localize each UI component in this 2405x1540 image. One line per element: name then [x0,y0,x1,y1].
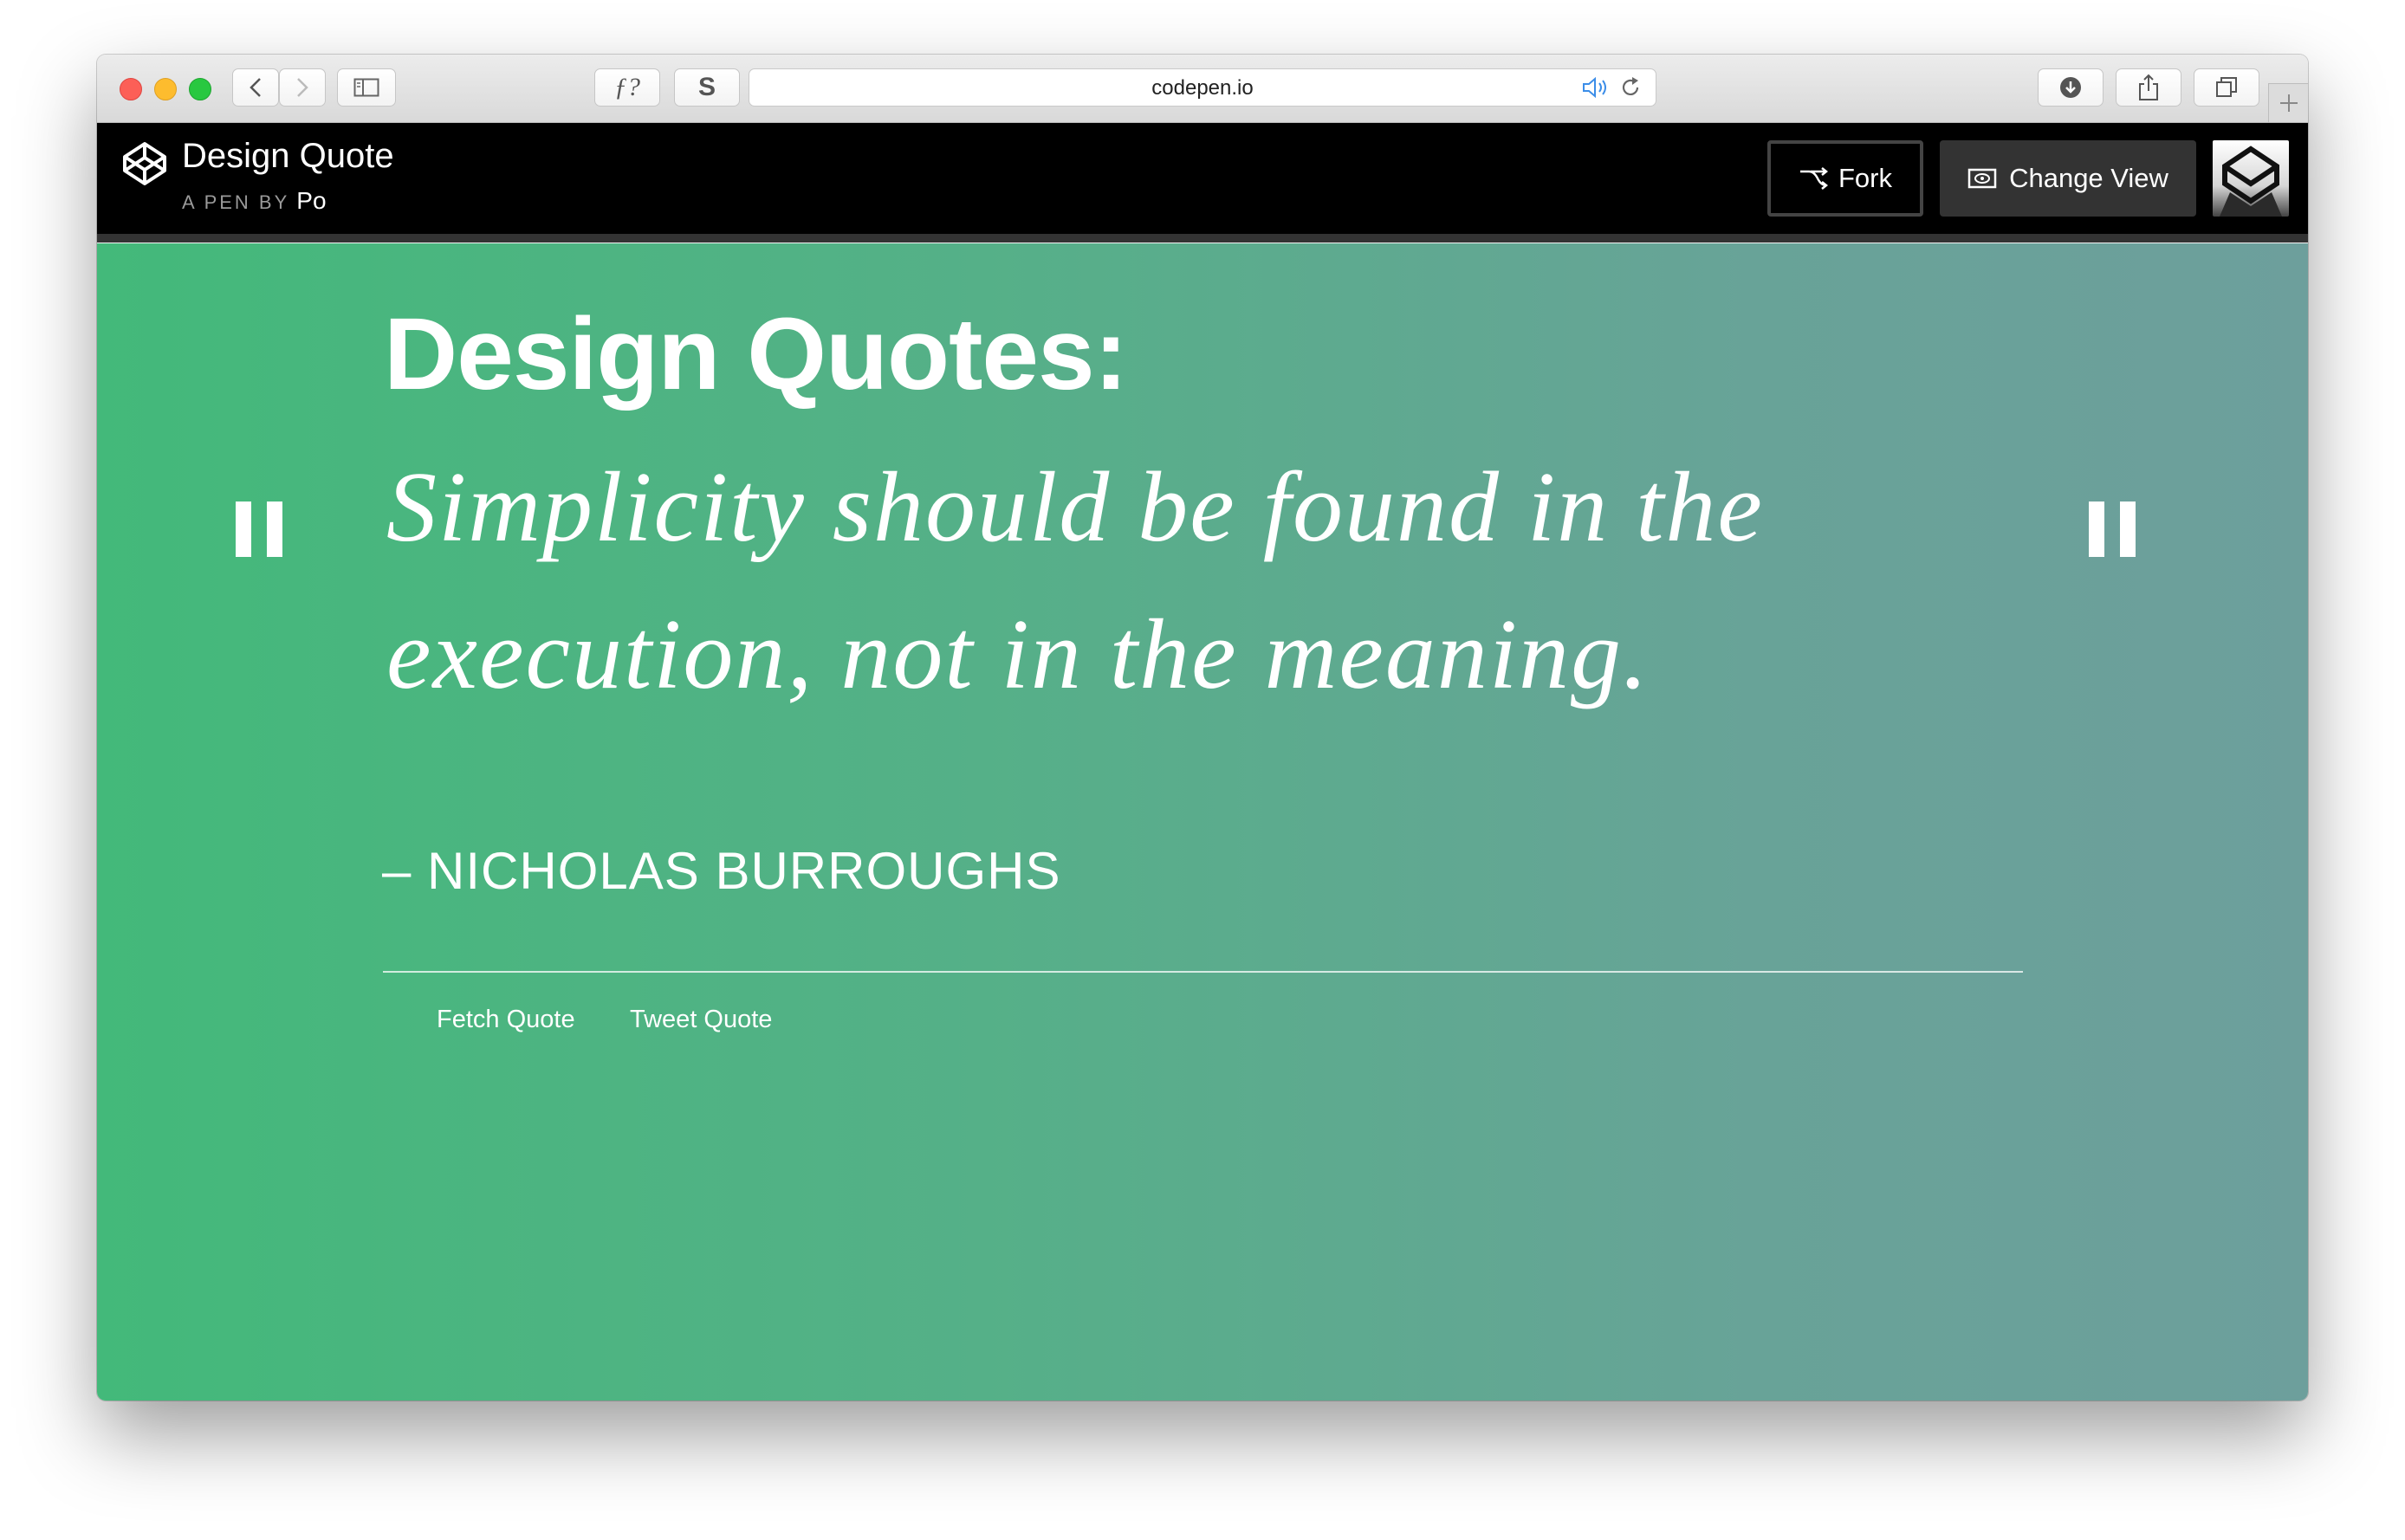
change-view-label: Change View [2009,163,2168,193]
chevron-right-icon [297,78,308,97]
change-view-button[interactable]: Change View [1940,140,2196,217]
back-button[interactable] [232,68,279,107]
user-avatar[interactable] [2213,140,2289,217]
fork-icon [1800,167,1828,190]
tweet-quote-button[interactable]: Tweet Quote [630,1006,772,1034]
browser-window: ƒ? S codepen.io Design Quote A PEN BY Po… [97,55,2308,1401]
close-window-button[interactable] [120,78,142,100]
page-heading: Design Quotes: [384,297,1128,411]
pen-title: Design Quote [182,137,394,175]
plus-icon [2279,94,2298,112]
s-extension-label: S [697,73,716,101]
view-icon [1967,168,1997,189]
tabs-overview-button[interactable] [2194,68,2259,107]
forward-button[interactable] [279,68,326,107]
codepen-logo-icon[interactable] [121,140,168,187]
fetch-quote-button[interactable]: Fetch Quote [437,1006,575,1034]
pause-icon[interactable] [236,501,282,557]
reload-icon[interactable] [1619,76,1642,99]
browser-toolbar: ƒ? S codepen.io [97,55,2308,123]
author-link[interactable]: Po [296,187,326,214]
url-text: codepen.io [1151,76,1254,100]
formula-extension-label: ƒ? [614,73,640,101]
minimize-window-button[interactable] [154,78,177,100]
quote-author: – NICHOLAS BURROUGHS [382,842,1061,900]
s-extension-button[interactable]: S [674,68,740,107]
share-icon [2139,74,2158,100]
formula-extension-button[interactable]: ƒ? [594,68,660,107]
fork-label: Fork [1838,163,1892,193]
downloads-button[interactable] [2038,68,2104,107]
sidebar-button[interactable] [337,68,396,107]
download-icon [2060,77,2081,98]
quote-page: Design Quotes: Simplicity should be foun… [97,243,2308,1401]
divider [383,971,2023,973]
quote-text: Simplicity should be found in the execut… [386,452,1764,710]
pause-icon[interactable] [2089,501,2136,557]
sidebar-icon [353,78,379,97]
chevron-left-icon [250,78,261,97]
tabs-icon [2216,77,2237,97]
speaker-icon[interactable] [1581,76,1611,99]
share-button[interactable] [2116,68,2181,107]
pen-byline: A PEN BY Po [182,187,327,215]
zoom-window-button[interactable] [189,78,211,100]
address-bar[interactable]: codepen.io [749,68,1656,107]
codepen-header: Design Quote A PEN BY Po Fork Change Vie… [97,123,2308,243]
avatar-image [2220,146,2282,217]
new-tab-button[interactable] [2268,83,2308,122]
byline-prefix: A PEN BY [182,191,290,213]
fork-button[interactable]: Fork [1767,140,1923,217]
